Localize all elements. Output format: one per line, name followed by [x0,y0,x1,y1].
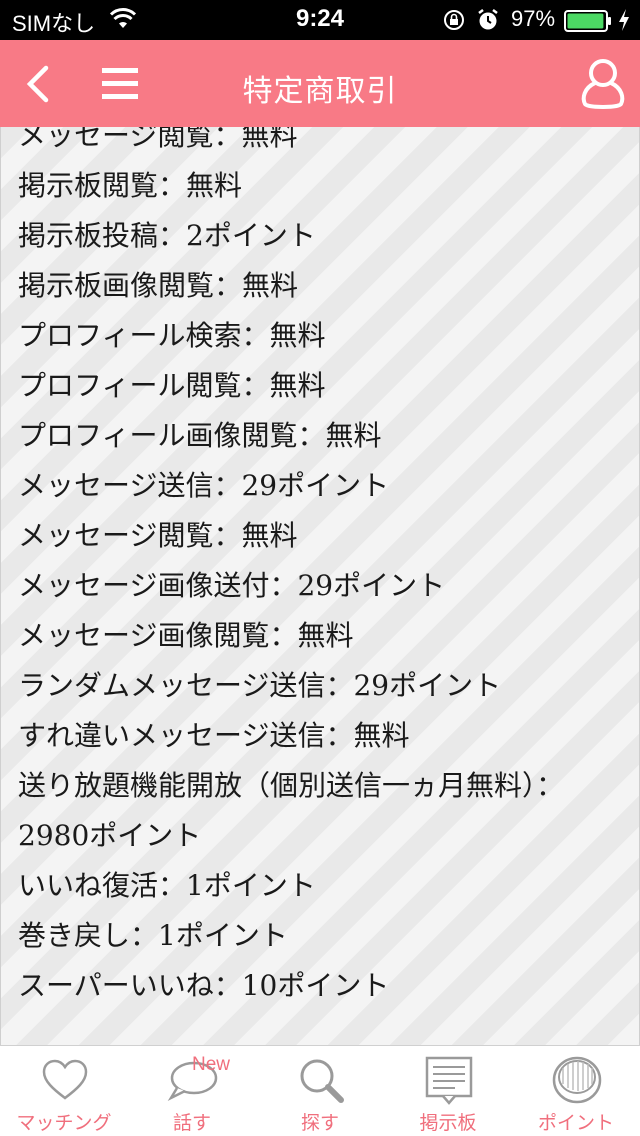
battery-fill [567,13,604,29]
tab-label: ポイント [537,1112,614,1134]
tab-matching[interactable]: マッチング [0,1046,128,1136]
tab-bulletin-board[interactable]: 掲示板 [384,1046,512,1136]
battery-percent: 97% [511,6,556,31]
price-list-item: 掲示板投稿：2ポイント [18,219,316,252]
price-list: メッセージ閲覧：無料 掲示板閲覧：無料 掲示板投稿：2ポイント 掲示板画像閲覧：無料プ… [18,127,578,1011]
price-list-item: 掲示板画像閲覧：無料 [18,269,299,302]
price-list-item: 巻き戻し：1ポイント [18,919,288,952]
content-area[interactable]: メッセージ閲覧：無料 掲示板閲覧：無料 掲示板投稿：2ポイント 掲示板画像閲覧：無料プ… [0,127,640,1045]
charging-bolt-icon [619,9,629,31]
price-list-item: スーパーいいね：10ポイント [18,969,390,1002]
tab-search[interactable]: 探す [256,1046,384,1136]
price-list-item: メッセージ送信：29ポイント [18,469,390,502]
page-title: 特定商取引 [242,74,398,109]
price-list-item: メッセージ閲覧：無料 [18,127,298,152]
tab-label: マッチング [16,1112,112,1134]
tab-talk[interactable]: New 話す [128,1046,256,1136]
price-list-item: メッセージ閲覧：無料 [18,519,298,552]
coin-icon [552,1056,602,1104]
price-list-item: プロフィール画像閲覧：無料 [18,419,382,452]
tab-label: 掲示板 [419,1112,477,1134]
heart-icon [42,1059,88,1100]
new-badge: New [192,1054,231,1075]
bulletin-board-icon [425,1056,473,1105]
price-list-item: メッセージ画像閲覧：無料 [18,619,354,652]
price-list-item: 掲示板閲覧：無料 [18,169,243,202]
tab-bar: マッチング New 話す 探す 掲示板 ポイント [0,1045,640,1136]
price-list-item: 送り放題機能開放（個別送信一ヵ月無料）：2980ポイント [18,769,565,852]
price-list-item: プロフィール閲覧：無料 [18,369,326,402]
price-list-item: いいね復活：1ポイント [18,869,316,902]
user-profile-icon[interactable] [578,56,628,112]
tab-label: 探す [300,1112,339,1134]
price-list-item: ランダムメッセージ送信：29ポイント [18,669,502,702]
tab-points[interactable]: ポイント [512,1046,640,1136]
app-screen: SIMなし 9:24 97% 特定商取引 メッセージ閲覧：無料 掲示板閲覧：無料… [0,0,640,1136]
tab-label: 話す [172,1112,211,1134]
battery-icon [564,10,611,32]
alarm-icon [478,9,498,30]
rotation-lock-icon [444,10,464,30]
price-list-item: すれ違いメッセージ送信：無料 [18,719,410,752]
nav-bar: 特定商取引 [0,40,640,127]
price-list-item: メッセージ画像送付：29ポイント [18,569,446,602]
search-icon [300,1059,344,1103]
price-list-item: プロフィール検索：無料 [18,319,326,352]
status-bar: SIMなし 9:24 97% [0,0,640,40]
